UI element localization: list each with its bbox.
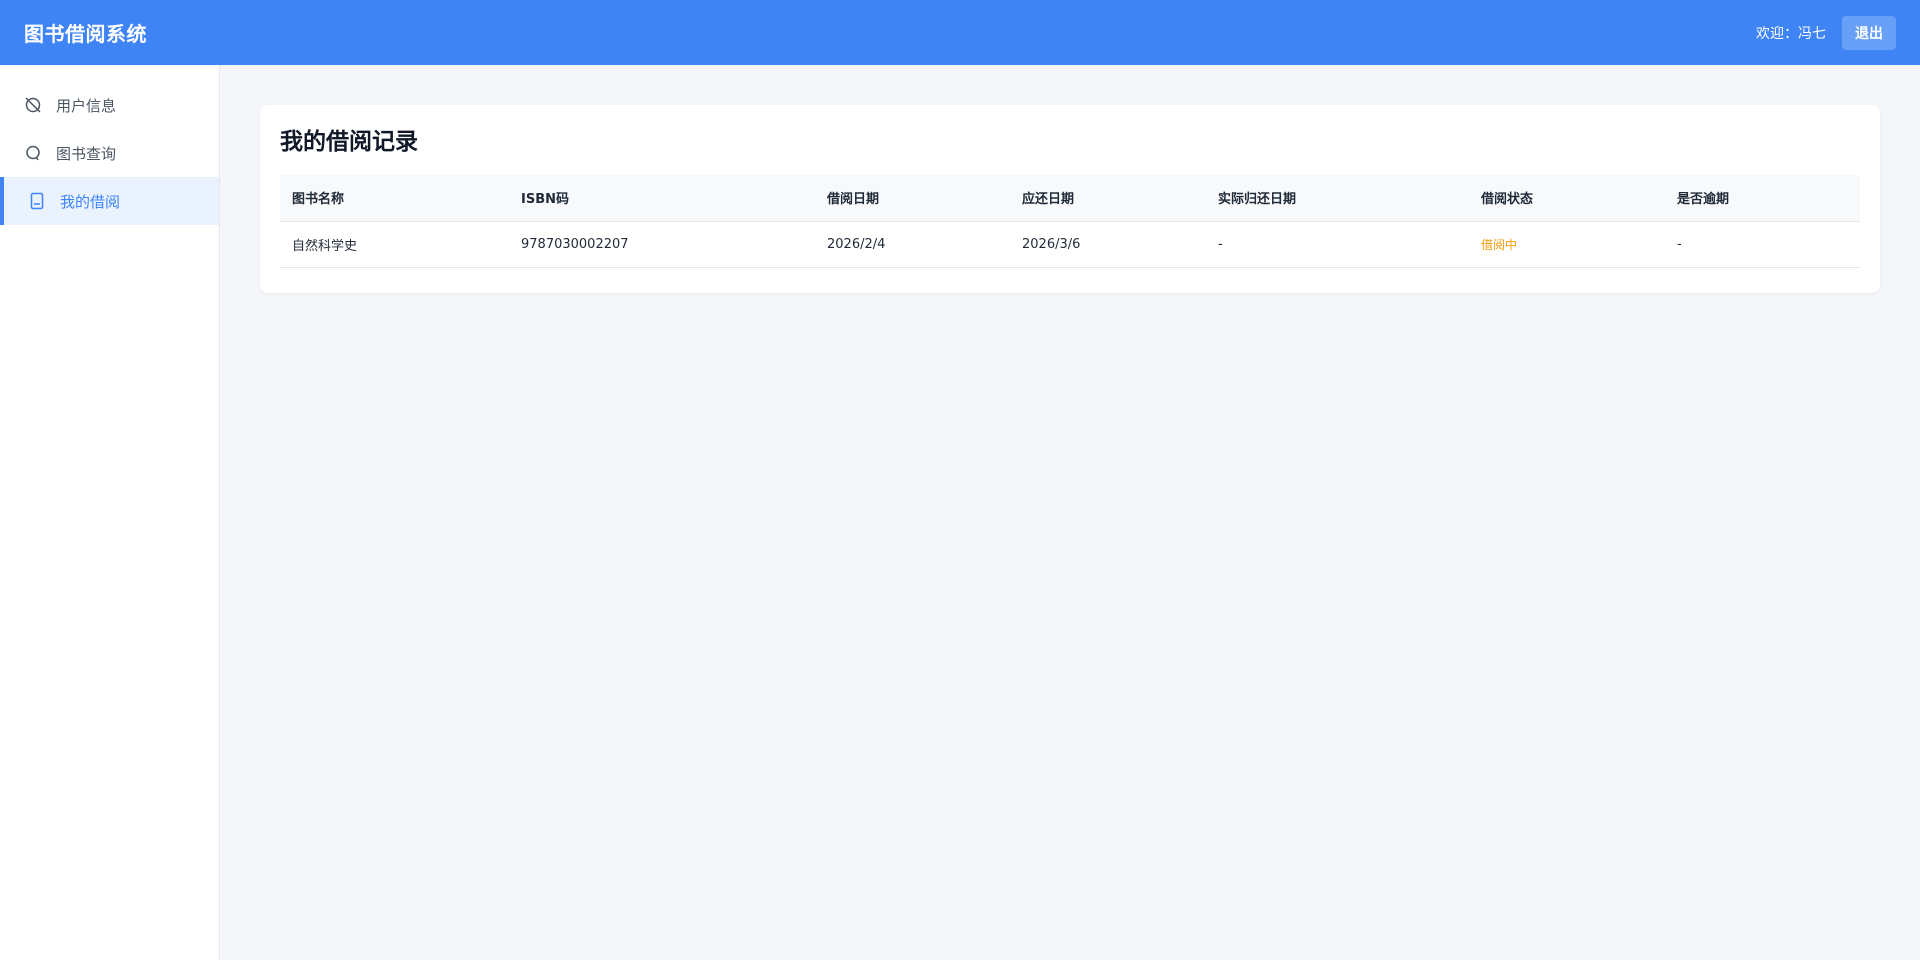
isbn-cell: 9787030002207 [509,221,815,268]
sidebar-item-label: 我的借阅 [60,192,121,211]
return-date-cell: - [1206,221,1469,268]
column-header: 是否逾期 [1665,175,1860,222]
column-header: ISBN码 [509,175,815,222]
user-info-icon [24,96,42,114]
table-header-row: 图书名称 ISBN码 借阅日期 应还日期 实际归还日期 借阅状态 是否逾期 [280,175,1860,222]
welcome-text: 欢迎：冯七 [1756,25,1826,42]
book-icon [28,192,46,210]
sidebar-item-user-info[interactable]: 用户信息 [0,81,219,129]
app-title: 图书借阅系统 [24,22,147,46]
sidebar: 用户信息 图书查询 我的借阅 [0,65,220,960]
sidebar-item-book-search[interactable]: 图书查询 [0,129,219,177]
due-date-cell: 2026/3/6 [1010,221,1206,268]
column-header: 借阅状态 [1469,175,1665,222]
page-title: 我的借阅记录 [280,129,418,155]
borrow-records-card: 我的借阅记录 图书名称 ISBN码 借阅日期 应还日期 实际归还日期 借阅状态 … [260,105,1880,293]
user-area: 欢迎：冯七 退出 [1756,15,1896,50]
column-header: 借阅日期 [815,175,1010,222]
status-badge: 借阅中 [1469,221,1665,268]
sidebar-item-my-borrowing[interactable]: 我的借阅 [0,177,219,225]
borrow-date-cell: 2026/2/4 [815,221,1010,268]
book-name-cell: 自然科学史 [280,221,509,268]
table-row: 自然科学史 9787030002207 2026/2/4 2026/3/6 - … [280,221,1860,268]
column-header: 实际归还日期 [1206,175,1469,222]
main-content: 我的借阅记录 图书名称 ISBN码 借阅日期 应还日期 实际归还日期 借阅状态 … [220,65,1920,960]
overdue-cell: - [1665,221,1860,268]
borrow-records-table: 图书名称 ISBN码 借阅日期 应还日期 实际归还日期 借阅状态 是否逾期 自然… [280,175,1860,268]
logout-button[interactable]: 退出 [1842,15,1896,50]
column-header: 图书名称 [280,175,509,222]
search-icon [24,144,42,162]
sidebar-item-label: 图书查询 [56,144,117,163]
column-header: 应还日期 [1010,175,1206,222]
sidebar-item-label: 用户信息 [56,96,117,115]
top-bar: 图书借阅系统 欢迎：冯七 退出 [0,0,1920,65]
